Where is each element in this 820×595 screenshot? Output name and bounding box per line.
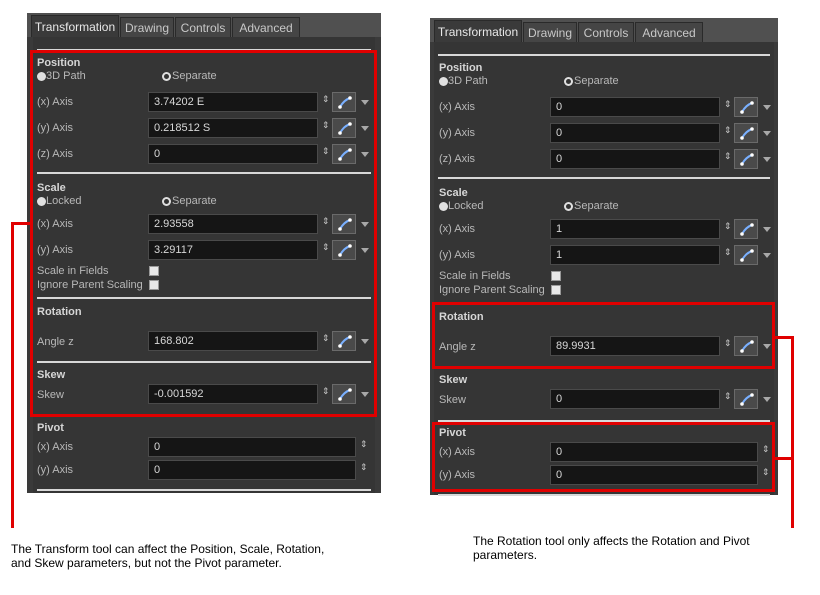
function-curve-icon [740, 101, 754, 114]
separate-radio[interactable] [564, 77, 573, 86]
scale-x-field[interactable]: 1 [550, 219, 720, 239]
pivot-y-label: (y) Axis [37, 464, 74, 476]
function-curve-button[interactable] [734, 97, 758, 117]
3d-path-radio[interactable] [439, 77, 448, 86]
tab-bar: Transformation Drawing Controls Advanced [27, 13, 381, 37]
tab-advanced[interactable]: Advanced [635, 22, 703, 42]
function-curve-icon [740, 223, 754, 236]
spin-arrows-icon[interactable]: ⇕ [360, 462, 368, 473]
spin-arrows-icon[interactable]: ⇕ [724, 99, 732, 110]
tab-controls[interactable]: Controls [578, 22, 634, 42]
pivot-x-field[interactable]: 0 [148, 437, 356, 457]
dropdown-arrow-icon[interactable] [763, 131, 771, 136]
pivot-x-label: (x) Axis [37, 441, 74, 453]
position-y-field[interactable]: 0 [550, 123, 720, 143]
left-caption-line-1: The Transform tool can affect the Positi… [11, 542, 325, 556]
ignore-parent-scaling-checkbox[interactable] [551, 285, 561, 295]
tab-controls[interactable]: Controls [175, 17, 231, 37]
scale-in-fields-label: Scale in Fields [439, 270, 511, 282]
function-curve-button[interactable] [734, 245, 758, 265]
skew-label: Skew [439, 394, 466, 406]
separate-label: Separate [574, 200, 619, 212]
tab-drawing[interactable]: Drawing [523, 22, 577, 42]
function-curve-icon [740, 153, 754, 166]
position-z-field[interactable]: 0 [550, 149, 720, 169]
dropdown-arrow-icon[interactable] [763, 227, 771, 232]
tab-bar: Transformation Drawing Controls Advanced [430, 18, 778, 42]
spin-arrows-icon[interactable]: ⇕ [724, 391, 732, 402]
skew-field[interactable]: 0 [550, 389, 720, 409]
right-caption-line-2: parameters. [473, 548, 538, 562]
tab-transformation[interactable]: Transformation [31, 15, 119, 37]
divider [37, 489, 371, 491]
tab-drawing[interactable]: Drawing [120, 17, 174, 37]
position-x-field[interactable]: 0 [550, 97, 720, 117]
right-caption: The Rotation tool only affects the Rotat… [473, 534, 803, 562]
pivot-title: Pivot [37, 422, 64, 434]
spin-arrows-icon[interactable]: ⇕ [724, 125, 732, 136]
function-curve-icon [740, 127, 754, 140]
right-caption-line-1: The Rotation tool only affects the Rotat… [473, 534, 750, 548]
dropdown-arrow-icon[interactable] [763, 253, 771, 258]
divider [438, 177, 770, 179]
tab-transformation[interactable]: Transformation [434, 20, 522, 42]
pivot-y-field[interactable]: 0 [148, 460, 356, 480]
dropdown-arrow-icon[interactable] [763, 397, 771, 402]
scale-y-field[interactable]: 1 [550, 245, 720, 265]
function-curve-icon [740, 249, 754, 262]
position-y-label: (y) Axis [439, 127, 476, 139]
callout-line [11, 222, 32, 225]
tab-advanced[interactable]: Advanced [232, 17, 300, 37]
highlight-box [432, 302, 775, 369]
highlight-box [432, 422, 775, 492]
left-caption: The Transform tool can affect the Positi… [11, 542, 391, 570]
divider [438, 54, 770, 56]
left-caption-line-2: and Skew parameters, but not the Pivot p… [11, 556, 282, 570]
callout-line [791, 336, 794, 528]
function-curve-icon [740, 393, 754, 406]
scale-x-label: (x) Axis [439, 223, 476, 235]
function-curve-button[interactable] [734, 149, 758, 169]
spin-arrows-icon[interactable]: ⇕ [724, 151, 732, 162]
callout-line [11, 222, 14, 528]
3d-path-label: 3D Path [448, 75, 488, 87]
spin-arrows-icon[interactable]: ⇕ [724, 247, 732, 258]
locked-radio[interactable] [439, 202, 448, 211]
scale-in-fields-checkbox[interactable] [551, 271, 561, 281]
function-curve-button[interactable] [734, 219, 758, 239]
function-curve-button[interactable] [734, 123, 758, 143]
position-title: Position [439, 62, 483, 74]
ignore-parent-scaling-label: Ignore Parent Scaling [439, 284, 545, 296]
highlight-box [30, 50, 377, 417]
spin-arrows-icon[interactable]: ⇕ [360, 439, 368, 450]
position-z-label: (z) Axis [439, 153, 476, 165]
separate-label: Separate [574, 75, 619, 87]
position-x-label: (x) Axis [439, 101, 476, 113]
scale-title: Scale [439, 187, 468, 199]
dropdown-arrow-icon[interactable] [763, 105, 771, 110]
skew-title: Skew [439, 374, 468, 386]
function-curve-button[interactable] [734, 389, 758, 409]
spin-arrows-icon[interactable]: ⇕ [724, 221, 732, 232]
locked-label: Locked [448, 200, 484, 212]
separate-radio[interactable] [564, 202, 573, 211]
divider [438, 494, 770, 496]
scale-y-label: (y) Axis [439, 249, 476, 261]
dropdown-arrow-icon[interactable] [763, 157, 771, 162]
